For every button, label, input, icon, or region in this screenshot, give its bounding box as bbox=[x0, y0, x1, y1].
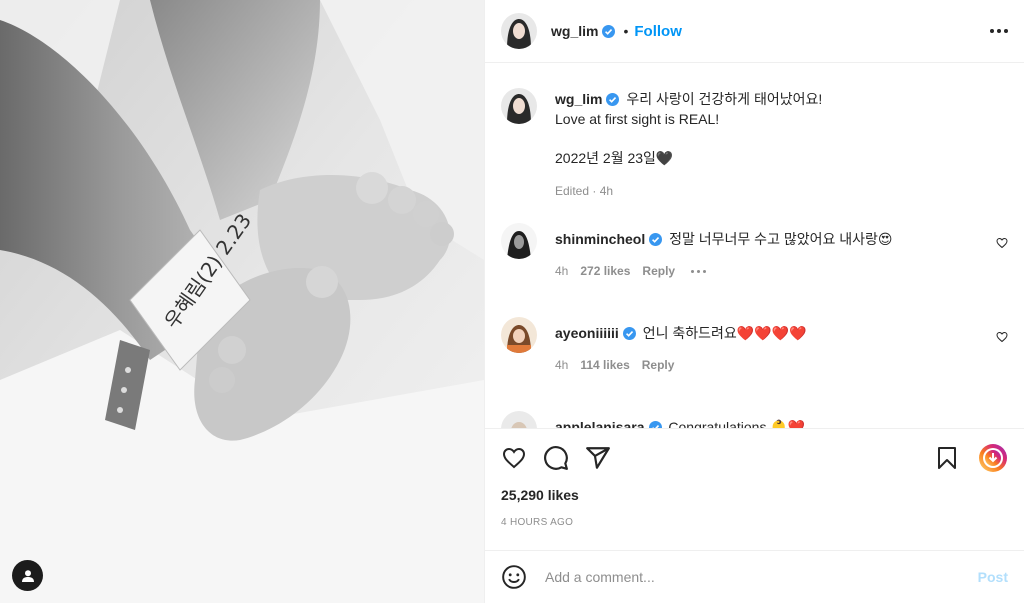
post-side-panel: wg_lim • Follow wg_lim 우리 사랑이 건강하게 태어났어요… bbox=[484, 0, 1024, 603]
heart-icon[interactable] bbox=[501, 446, 527, 470]
tagged-user-icon bbox=[21, 569, 34, 582]
emoji-icon[interactable] bbox=[501, 564, 527, 590]
caption: wg_lim 우리 사랑이 건강하게 태어났어요! Love at first … bbox=[501, 88, 1008, 201]
comment-text: 언니 축하드려요❤️❤️❤️❤️ bbox=[642, 325, 807, 341]
comment-time: 4h bbox=[555, 264, 569, 278]
post-header: wg_lim • Follow bbox=[485, 0, 1024, 63]
comment-like-heart-icon[interactable] bbox=[996, 237, 1008, 249]
reply-button[interactable]: Reply bbox=[642, 355, 675, 375]
comment-username[interactable]: ayeoniiiiii bbox=[555, 325, 619, 341]
post-timestamp[interactable]: 4 HOURS AGO bbox=[501, 517, 1008, 528]
commenter-avatar[interactable] bbox=[501, 223, 537, 259]
caption-username[interactable]: wg_lim bbox=[555, 91, 602, 107]
comment-username[interactable]: applelanisara bbox=[555, 419, 645, 428]
comment-more-icon[interactable] bbox=[691, 269, 707, 273]
follow-button[interactable]: Follow bbox=[634, 23, 682, 40]
comment-icon[interactable] bbox=[543, 445, 569, 471]
comment-text: Congratulations 👶❤️ bbox=[668, 419, 806, 428]
comment-item: ayeoniiiiii 언니 축하드려요❤️❤️❤️❤️ 4h 114 like… bbox=[501, 317, 1008, 375]
bookmark-icon[interactable] bbox=[936, 446, 958, 470]
baby-feet-photo: 우혜림(2) 2.23 bbox=[0, 0, 484, 603]
comment-text: 정말 너무너무 수고 많았어요 내사랑😍 bbox=[669, 231, 893, 247]
verified-badge-icon bbox=[648, 421, 662, 428]
post-button[interactable]: Post bbox=[978, 569, 1008, 585]
commenter-avatar[interactable] bbox=[501, 411, 537, 428]
caption-meta: Edited · 4h bbox=[555, 184, 614, 198]
comments-list[interactable]: wg_lim 우리 사랑이 건강하게 태어났어요! Love at first … bbox=[485, 64, 1024, 428]
comment-like-heart-icon[interactable] bbox=[996, 331, 1008, 343]
comment-time: 4h bbox=[555, 358, 569, 372]
caption-date: 2022년 2월 23일🖤 bbox=[555, 150, 674, 166]
author-username[interactable]: wg_lim bbox=[551, 23, 598, 39]
comment-likes[interactable]: 114 likes bbox=[580, 355, 629, 375]
tag-button[interactable] bbox=[12, 560, 43, 591]
reply-button[interactable]: Reply bbox=[642, 261, 675, 281]
caption-line-1: 우리 사랑이 건강하게 태어났어요! bbox=[626, 91, 823, 107]
add-comment-bar: Post bbox=[485, 550, 1024, 603]
author-avatar[interactable] bbox=[501, 13, 537, 49]
comment-input[interactable] bbox=[545, 569, 978, 585]
verified-badge-icon bbox=[606, 93, 620, 106]
instagram-gradient-icon[interactable] bbox=[978, 443, 1008, 473]
comment-username[interactable]: shinmincheol bbox=[555, 231, 645, 247]
comment-likes[interactable]: 272 likes bbox=[580, 261, 630, 281]
post-actions: 25,290 likes 4 HOURS AGO bbox=[485, 428, 1024, 528]
caption-line-2: Love at first sight is REAL! bbox=[555, 111, 720, 127]
author-avatar[interactable] bbox=[501, 88, 537, 124]
share-icon[interactable] bbox=[585, 445, 611, 471]
comment-item: shinmincheol 정말 너무너무 수고 많았어요 내사랑😍 4h 272… bbox=[501, 223, 1008, 281]
like-count[interactable]: 25,290 likes bbox=[501, 487, 1008, 503]
post-photo[interactable]: 우혜림(2) 2.23 bbox=[0, 0, 484, 603]
more-options-icon[interactable] bbox=[990, 29, 1008, 33]
commenter-avatar[interactable] bbox=[501, 317, 537, 353]
separator-dot: • bbox=[623, 23, 629, 39]
comment-item: applelanisara Congratulations 👶❤️ bbox=[501, 411, 1008, 428]
verified-badge-icon bbox=[602, 24, 616, 38]
verified-badge-icon bbox=[622, 327, 636, 340]
verified-badge-icon bbox=[649, 233, 663, 246]
